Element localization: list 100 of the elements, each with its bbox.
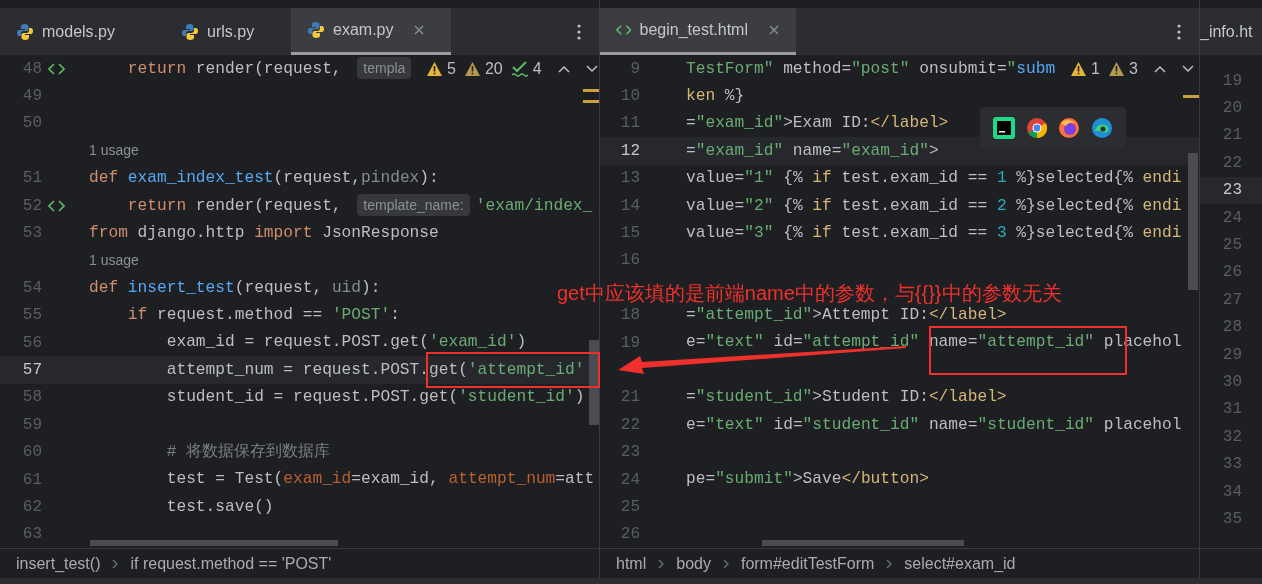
line-number: 16 <box>619 250 640 272</box>
line-number: 30 <box>1222 372 1242 393</box>
chevron-up-icon[interactable] <box>557 65 570 73</box>
breadcrumb-item[interactable]: insert_test() <box>16 551 101 576</box>
scrollbar-thumb[interactable] <box>90 540 338 546</box>
line-number: 50 <box>21 113 42 135</box>
breadcrumb-item[interactable]: html <box>616 551 647 576</box>
chevron-down-icon[interactable] <box>585 65 598 73</box>
line-number: 57 <box>21 360 42 381</box>
line-number: 20 <box>1222 98 1242 120</box>
close-icon[interactable] <box>413 24 426 36</box>
line-number: 11 <box>619 113 640 135</box>
usage-hint[interactable]: 1 usage <box>89 140 139 162</box>
more-options-icon[interactable] <box>577 23 581 40</box>
code-line: if request.method == 'POST': <box>126 305 400 327</box>
code-line: ="exam_id" name="exam_id"> <box>686 140 939 162</box>
more-options-icon[interactable] <box>1177 23 1181 40</box>
scrollbar-thumb[interactable] <box>589 340 599 425</box>
line-number: 15 <box>619 223 640 245</box>
line-number: 31 <box>1222 399 1242 421</box>
line-number: 21 <box>1222 125 1242 147</box>
line-number: 24 <box>619 469 640 491</box>
app-icon[interactable] <box>993 116 1016 139</box>
line-number: 55 <box>21 305 42 327</box>
scrollbar-thumb[interactable] <box>762 540 964 546</box>
line-number: 10 <box>619 86 640 108</box>
close-icon[interactable] <box>768 24 780 36</box>
code-brackets-icon[interactable] <box>48 62 65 75</box>
line-number: 34 <box>1222 481 1242 503</box>
line-number: 27 <box>1222 289 1242 311</box>
line-number: 60 <box>21 442 42 464</box>
browser-icon[interactable] <box>1090 116 1113 139</box>
chevron-down-icon[interactable] <box>1181 65 1194 73</box>
breadcrumb-item[interactable]: body <box>676 551 711 576</box>
editor-tab[interactable]: urls.py <box>165 8 291 55</box>
code-line: return render(request, templa <box>89 56 418 81</box>
line-number: 63 <box>21 524 42 546</box>
browser-icon[interactable] <box>1025 116 1048 139</box>
breadcrumb-item[interactable]: if request.method == 'POST' <box>130 551 332 576</box>
editor-tab[interactable]: exam.py <box>291 8 451 55</box>
code-line: value="2" {% if test.exam_id == 2 %}selected{% endi <box>686 195 1182 217</box>
chevron-right-icon <box>658 558 665 569</box>
code-line: # 将数据保存到数据库 <box>165 441 331 463</box>
code-brackets-icon <box>616 23 632 37</box>
code-line: value="3" {% if test.exam_id == 3 %}selected{% endi <box>686 222 1182 244</box>
line-number: 22 <box>619 414 640 436</box>
code-line: def exam_index_test(request,pindex): <box>89 168 439 190</box>
line-number: 32 <box>1222 426 1242 448</box>
editor-tab[interactable]: begin_test.html <box>600 8 796 55</box>
browser-icon[interactable] <box>1058 116 1081 139</box>
line-number: 21 <box>619 387 640 409</box>
code-line: student_id = request.POST.get('student_id') <box>165 387 585 409</box>
line-number: 26 <box>1222 262 1242 284</box>
line-number: 19 <box>1222 70 1242 92</box>
problem-count: 1 <box>1091 59 1100 79</box>
line-number: 25 <box>619 496 640 518</box>
code-line: exam_id = request.POST.get('exam_id') <box>165 332 527 354</box>
check-icon <box>510 61 529 77</box>
line-number: 12 <box>619 140 640 162</box>
code-line: value="1" {% if test.exam_id == 1 %}selected{% endi <box>686 168 1182 190</box>
breadcrumb-item[interactable]: select#exam_id <box>904 551 1016 576</box>
code-line: def insert_test(request, uid): <box>89 277 381 299</box>
python-icon <box>16 22 34 41</box>
code-brackets-icon[interactable] <box>48 199 65 212</box>
line-number: 58 <box>21 387 42 409</box>
warning-icon <box>426 61 443 77</box>
python-icon <box>307 21 325 39</box>
line-number: 62 <box>21 496 42 518</box>
code-line: ="exam_id">Exam ID:</label> <box>686 113 949 135</box>
problem-count: 5 <box>447 59 456 79</box>
line-number: 23 <box>619 442 640 464</box>
line-number: 23 <box>1222 180 1242 202</box>
line-number: 29 <box>1222 344 1242 366</box>
chevron-right-icon <box>112 558 119 569</box>
code-line: from django.http import JsonResponse <box>89 222 439 244</box>
warning-icon <box>1070 61 1087 77</box>
line-number: 52 <box>21 195 42 217</box>
inlay-hint: templa <box>357 57 412 80</box>
code-line: test.save() <box>165 496 274 518</box>
line-number: 13 <box>619 168 640 190</box>
code-line: TestForm" method="post" onsubmit="subm <box>686 58 1056 80</box>
editor-tab[interactable]: models.py <box>0 8 165 55</box>
problem-count: 20 <box>484 59 503 79</box>
chevron-right-icon <box>722 558 729 569</box>
breadcrumb-item[interactable]: form#editTestForm <box>740 551 875 576</box>
chevron-up-icon[interactable] <box>1153 65 1166 73</box>
usage-hint[interactable]: 1 usage <box>89 249 139 271</box>
scrollbar-thumb[interactable] <box>1188 153 1198 290</box>
code-line: test = Test(exam_id=exam_id, attempt_num=att <box>165 469 595 491</box>
problem-count: 4 <box>532 59 542 79</box>
line-number: 28 <box>1222 317 1242 339</box>
warning-icon <box>463 61 481 77</box>
inlay-hint: template_name: <box>357 194 470 217</box>
line-number: 18 <box>619 305 640 327</box>
line-number: 51 <box>21 168 42 190</box>
line-number: 61 <box>21 469 42 491</box>
line-number: 35 <box>1222 508 1242 530</box>
warning-icon <box>1107 61 1125 77</box>
line-number: 25 <box>1222 235 1242 257</box>
line-number: 22 <box>1222 152 1242 174</box>
